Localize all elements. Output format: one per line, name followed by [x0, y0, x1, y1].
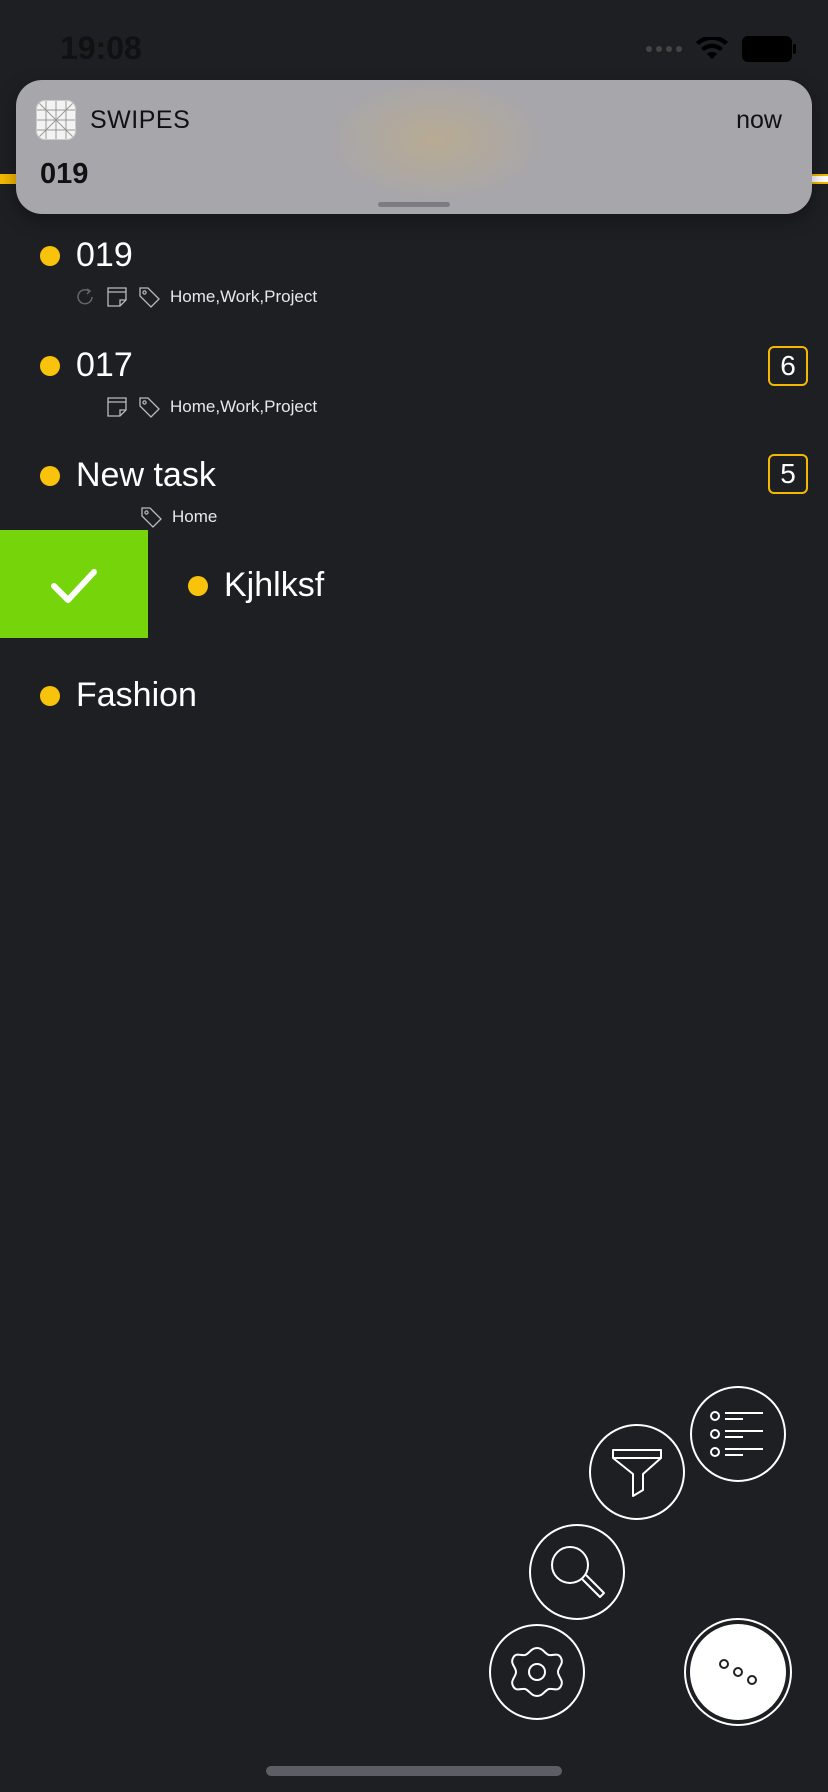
task-title: New task: [76, 456, 216, 494]
task-meta: Home,Work,Project: [74, 286, 317, 308]
subtask-count-badge: 5: [768, 454, 808, 494]
priority-dot: [40, 246, 60, 266]
status-icons: [646, 36, 796, 62]
filter-button[interactable]: [589, 1424, 685, 1520]
subtask-count-badge: 6: [768, 346, 808, 386]
task-title: Fashion: [76, 676, 197, 714]
filter-icon: [612, 1449, 662, 1497]
app-icon: [36, 100, 76, 140]
status-time: 19:08: [60, 30, 142, 66]
list-icon: [710, 1411, 763, 1457]
task-row[interactable]: Kjhlksf: [0, 540, 828, 630]
notification-time: now: [736, 106, 782, 134]
task-tags: Home,Work,Project: [170, 397, 318, 416]
task-tags: Home,Work,Project: [170, 287, 318, 306]
tag-icon: [139, 287, 160, 308]
task-row[interactable]: 019 Home,Work,Project: [0, 230, 828, 330]
home-indicator[interactable]: [266, 1766, 562, 1776]
tag-icon: [139, 397, 160, 418]
notification-app-name: SWIPES: [90, 106, 191, 134]
priority-dot: [40, 686, 60, 706]
gear-icon: [511, 1646, 563, 1698]
menu-button[interactable]: [690, 1624, 786, 1720]
task-title: 017: [76, 346, 133, 384]
task-title: 019: [76, 236, 133, 274]
notification-title: 019: [40, 158, 89, 190]
task-row[interactable]: 017 6 Home,Work,Project: [0, 340, 828, 440]
priority-dot: [40, 466, 60, 486]
more-icon: [719, 1659, 757, 1685]
task-tags: Home: [172, 507, 218, 526]
tag-icon: [141, 507, 162, 528]
note-icon: [107, 287, 127, 307]
search-icon: [551, 1546, 605, 1598]
repeat-icon: [77, 288, 93, 305]
priority-dot: [188, 576, 208, 596]
battery-icon: [742, 36, 796, 62]
settings-button[interactable]: [489, 1624, 585, 1720]
priority-dot: [40, 356, 60, 376]
task-meta: Home,Work,Project: [106, 396, 317, 418]
wifi-icon: [696, 37, 728, 59]
list-button[interactable]: [690, 1386, 786, 1482]
note-icon: [107, 397, 127, 417]
task-title: Kjhlksf: [224, 566, 325, 604]
cellular-signal-icon: [646, 46, 682, 52]
search-button[interactable]: [529, 1524, 625, 1620]
task-row[interactable]: Fashion: [0, 670, 828, 740]
notification-banner[interactable]: SWIPES now 019: [16, 80, 812, 214]
notification-grabber[interactable]: [378, 202, 450, 207]
task-meta: Home: [140, 506, 217, 528]
task-row[interactable]: New task 5 Home: [0, 450, 828, 530]
